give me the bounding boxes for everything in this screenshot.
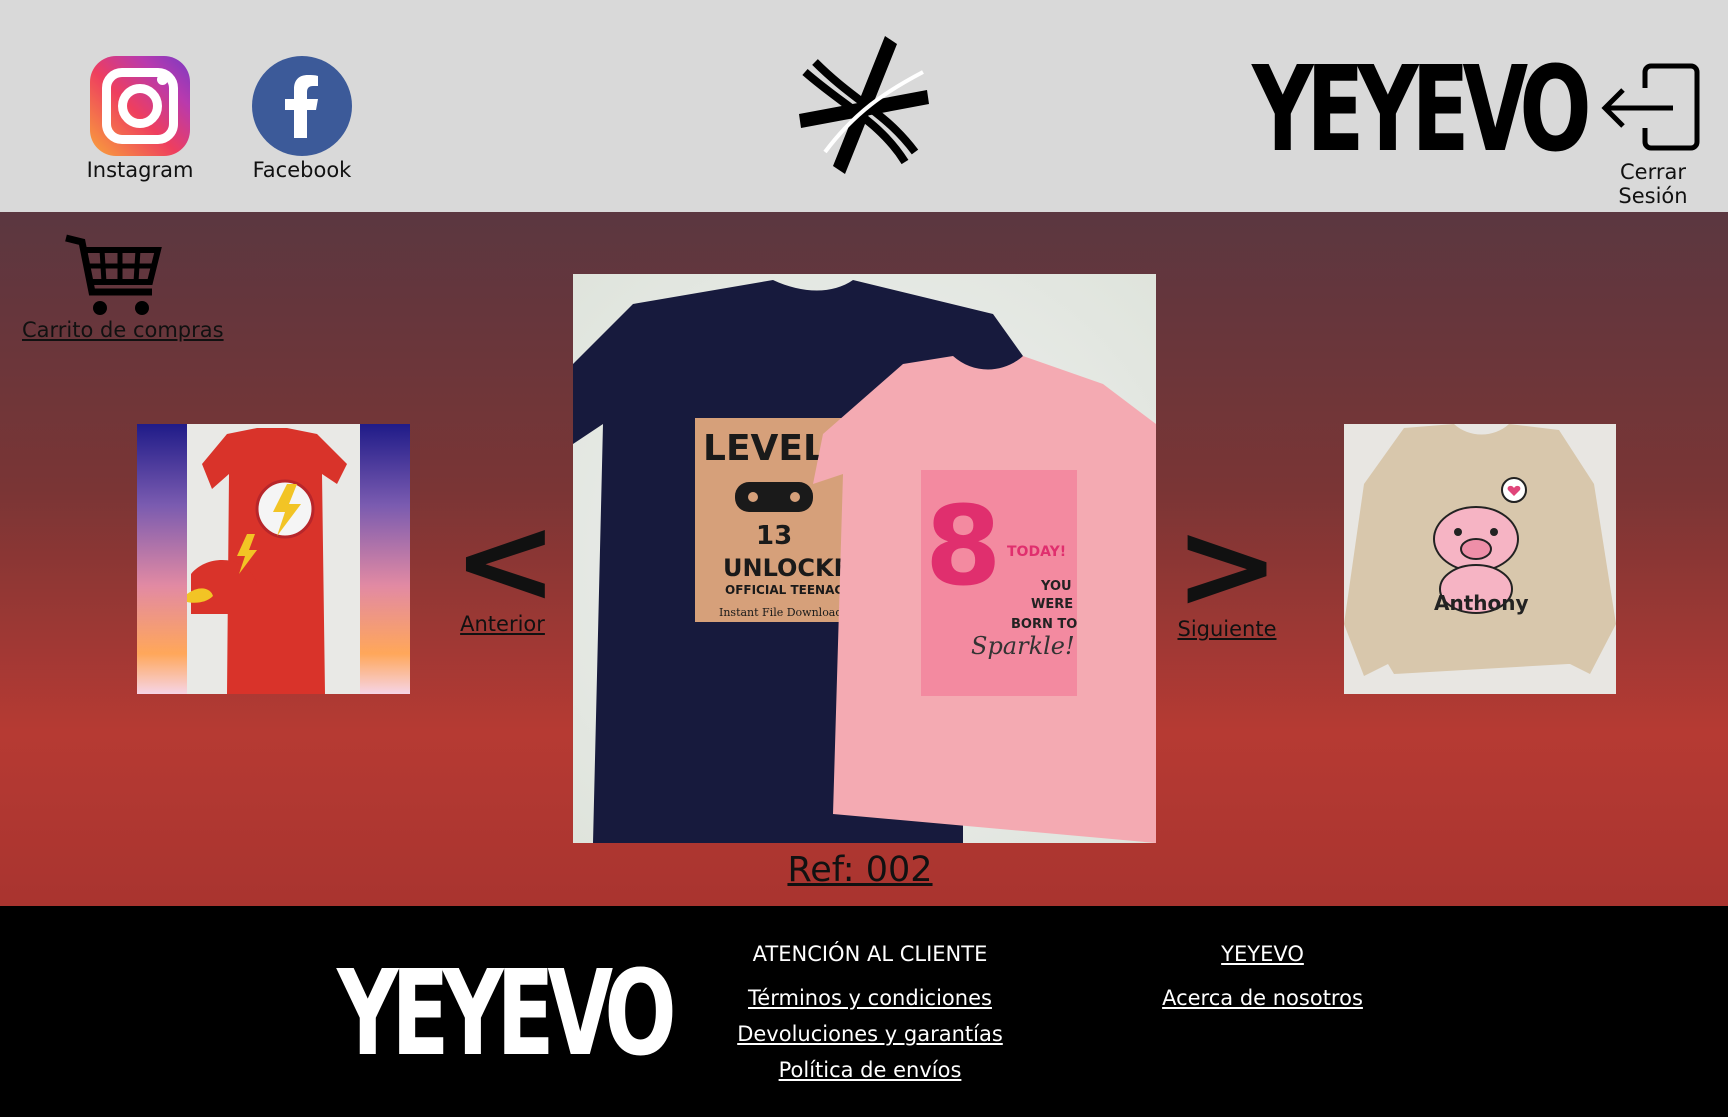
facebook-link[interactable]: Facebook: [247, 56, 357, 182]
shopping-cart-label: Carrito de compras: [22, 318, 224, 342]
print-were-text: WERE: [1031, 597, 1073, 612]
product-thumbnail-next[interactable]: Anthony: [1344, 424, 1616, 694]
shopping-cart-icon: [65, 234, 162, 315]
instagram-label: Instagram: [86, 158, 194, 182]
shopping-cart-link[interactable]: Carrito de compras: [22, 232, 224, 342]
brand-logo: YEYEVO: [1252, 40, 1592, 178]
footer-company: YEYEVO Acerca de nosotros: [1140, 942, 1385, 1022]
print-download-text: Instant File Download: [719, 606, 842, 619]
product-thumbnail-previous[interactable]: [137, 424, 410, 694]
about-us-link[interactable]: Acerca de nosotros: [1140, 986, 1385, 1010]
print-born-text: BORN TO: [1011, 617, 1077, 632]
logout-button[interactable]: Cerrar Sesión: [1583, 62, 1723, 208]
terms-link[interactable]: Términos y condiciones: [720, 986, 1020, 1010]
print-name-text: Anthony: [1434, 591, 1529, 615]
site-footer: YEYEVO ATENCIÓN AL CLIENTE Términos y co…: [0, 906, 1728, 1117]
product-reference[interactable]: Ref: 002: [760, 850, 960, 890]
returns-link[interactable]: Devoluciones y garantías: [720, 1022, 1020, 1046]
print-sparkle-text: Sparkle!: [971, 632, 1075, 660]
instagram-icon: [90, 56, 190, 156]
print-today-text: TODAY!: [1007, 544, 1066, 560]
instagram-link[interactable]: Instagram: [85, 56, 195, 182]
logout-label: Cerrar Sesión: [1618, 160, 1688, 208]
previous-button[interactable]: < Anterior: [452, 492, 559, 637]
brand-emblem-icon[interactable]: [795, 32, 931, 178]
print-you-text: YOU: [1040, 579, 1072, 594]
facebook-label: Facebook: [252, 158, 352, 182]
site-header: Instagram Facebook YEYEVO Cerrar Sesión: [0, 0, 1728, 212]
logout-icon: [1601, 63, 1700, 151]
print-eight-text: 8: [925, 482, 1002, 610]
chevron-right-icon: >: [1174, 497, 1280, 636]
facebook-icon: [252, 56, 352, 156]
next-button[interactable]: > Siguiente: [1172, 497, 1282, 642]
footer-customer-service-heading: ATENCIÓN AL CLIENTE: [752, 942, 988, 966]
print-number-text: 13: [756, 521, 792, 551]
chevron-left-icon: <: [452, 492, 559, 631]
footer-company-heading[interactable]: YEYEVO: [1140, 942, 1385, 966]
print-level-text: LEVEL: [703, 428, 826, 469]
product-gallery: Carrito de compras < Anterior LEVEL 13 U…: [0, 212, 1728, 906]
product-main-image[interactable]: LEVEL 13 UNLOCKED OFFICIAL TEENAGER Inst…: [573, 274, 1156, 843]
shipping-policy-link[interactable]: Política de envíos: [720, 1058, 1020, 1082]
footer-customer-service: ATENCIÓN AL CLIENTE Términos y condicion…: [720, 942, 1020, 1094]
footer-brand-logo: YEYEVO: [337, 944, 677, 1082]
